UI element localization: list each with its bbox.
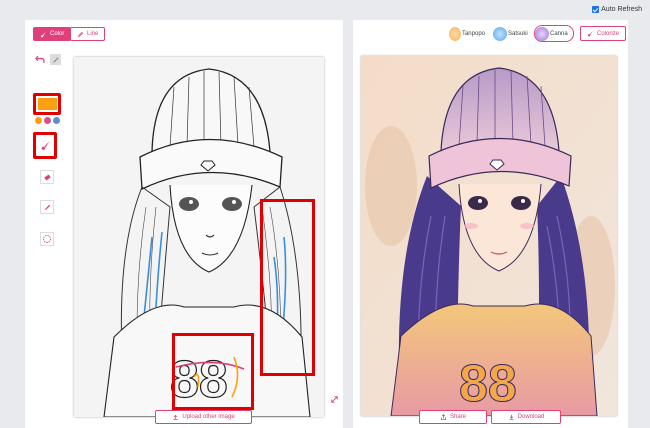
download-label: Download bbox=[517, 414, 545, 420]
undo-icon[interactable] bbox=[35, 55, 45, 64]
brush-tool[interactable] bbox=[33, 132, 57, 159]
brush-icon bbox=[40, 31, 47, 38]
share-icon bbox=[440, 413, 447, 421]
colorized-result-image: 88 bbox=[361, 56, 617, 416]
style-label-tanpopo: Tanpopo bbox=[461, 30, 485, 37]
eraser-tool[interactable] bbox=[35, 165, 59, 189]
svg-text:88: 88 bbox=[459, 355, 517, 413]
brush-icon bbox=[587, 30, 594, 37]
satsuki-avatar bbox=[493, 26, 507, 41]
style-option-satsuki[interactable]: Satsuki bbox=[493, 25, 529, 42]
palette-row bbox=[35, 117, 60, 124]
tab-color-label: Color bbox=[50, 31, 65, 37]
upload-image-label: Upload other image bbox=[182, 414, 235, 420]
auto-refresh-label: Auto Refresh bbox=[601, 6, 642, 13]
expand-icon[interactable] bbox=[330, 395, 339, 404]
style-label-satsuki: Satsuki bbox=[508, 30, 528, 37]
upload-image-button[interactable]: Upload other image bbox=[155, 410, 252, 424]
colorized-illustration: 88 bbox=[361, 56, 617, 416]
palette-dot-pink[interactable] bbox=[44, 117, 51, 124]
sketch-canvas[interactable]: 88 bbox=[74, 57, 324, 417]
sketch-panel: Color Line 88 Upload other image bbox=[25, 20, 343, 428]
share-button[interactable]: Share bbox=[419, 410, 487, 424]
pen-tool[interactable] bbox=[35, 195, 59, 219]
share-label: Share bbox=[449, 414, 466, 420]
tab-color[interactable]: Color bbox=[33, 27, 72, 41]
download-icon bbox=[508, 414, 515, 421]
tab-line[interactable]: Line bbox=[70, 27, 106, 41]
canna-avatar bbox=[535, 26, 549, 41]
current-color-swatch[interactable] bbox=[33, 93, 61, 115]
eraser-icon bbox=[43, 173, 51, 181]
upload-icon bbox=[172, 414, 179, 421]
tanpopo-avatar bbox=[449, 26, 461, 41]
colorize-label: Colorize bbox=[597, 30, 620, 37]
palette-dot-orange[interactable] bbox=[35, 117, 42, 124]
style-label-canna: Canna bbox=[550, 30, 568, 37]
auto-refresh-toggle[interactable]: Auto Refresh bbox=[592, 6, 642, 13]
download-button[interactable]: Download bbox=[491, 410, 561, 424]
highlight-box-shirt bbox=[172, 333, 254, 410]
auto-refresh-checkbox[interactable] bbox=[592, 6, 600, 13]
style-option-canna[interactable]: Canna bbox=[534, 25, 574, 42]
tab-line-label: Line bbox=[87, 31, 99, 37]
pencil-icon bbox=[77, 31, 84, 38]
highlight-box-hair bbox=[260, 199, 315, 376]
result-panel: Tanpopo Satsuki Canna Colorize 88 Share … bbox=[353, 20, 628, 428]
style-option-tanpopo[interactable]: Tanpopo bbox=[449, 25, 485, 42]
palette-dot-blue[interactable] bbox=[53, 117, 60, 124]
lasso-icon bbox=[43, 235, 51, 243]
colorize-button[interactable]: Colorize bbox=[580, 26, 627, 41]
brush-tool-icon bbox=[41, 141, 49, 150]
lasso-tool[interactable] bbox=[35, 227, 59, 251]
eyedropper-icon[interactable] bbox=[50, 54, 61, 65]
pen-icon bbox=[44, 204, 50, 210]
